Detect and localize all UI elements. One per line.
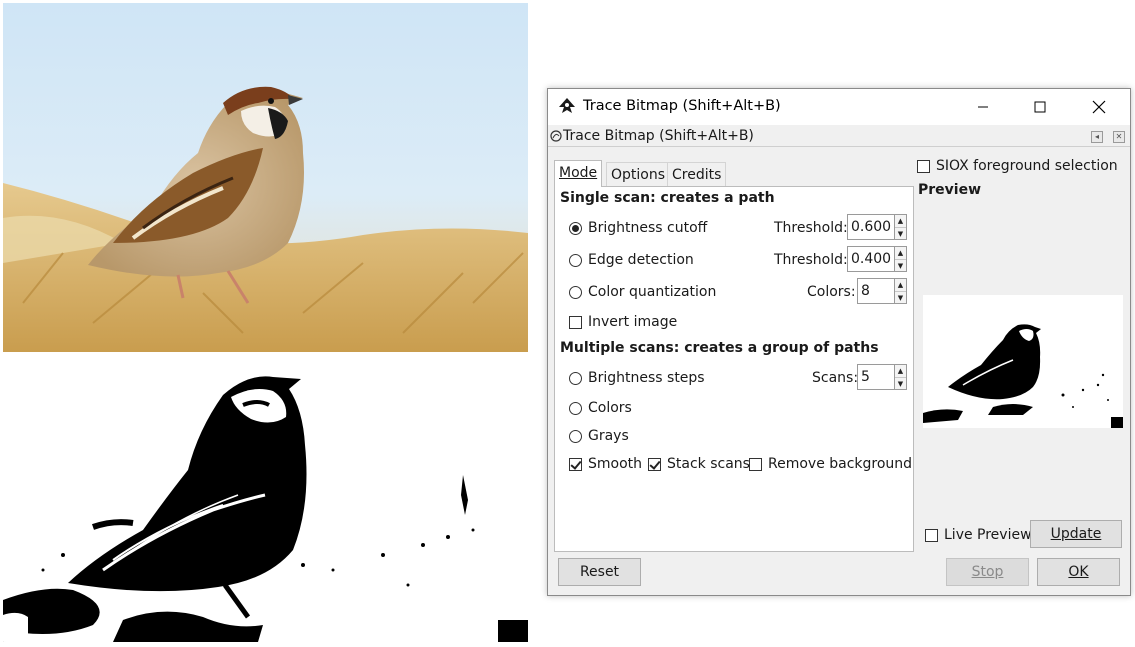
arrow-up-icon[interactable]: ▲ (895, 279, 906, 292)
checkbox-indicator (917, 159, 930, 173)
checkbox-indicator (648, 457, 661, 471)
maximize-button[interactable] (1017, 89, 1063, 125)
invert-image-label: Invert image (588, 314, 678, 330)
remove-background-label: Remove background (768, 456, 913, 472)
color-quantization-radio[interactable]: Color quantization (569, 284, 716, 300)
radio-indicator (569, 401, 582, 415)
dock-header: Trace Bitmap (Shift+Alt+B) ◂ ✕ (548, 127, 1130, 147)
grays-radio[interactable]: Grays (569, 428, 629, 444)
grays-label: Grays (588, 428, 629, 444)
checkbox-indicator (749, 457, 762, 471)
scans-count-value[interactable]: 5 (857, 364, 895, 390)
close-button[interactable] (1076, 89, 1122, 125)
edge-threshold-label: Threshold: (774, 252, 848, 268)
trace-bitmap-icon (550, 130, 562, 142)
radio-indicator (569, 253, 582, 267)
brightness-steps-radio[interactable]: Brightness steps (569, 370, 705, 386)
colors-count-label: Colors: (807, 284, 856, 300)
scans-count-label: Scans: (812, 370, 859, 386)
remove-background-checkbox[interactable]: Remove background (749, 456, 912, 472)
window-title: Trace Bitmap (Shift+Alt+B) (583, 98, 781, 114)
checkbox-indicator (569, 315, 582, 329)
stop-button-label: Stop (971, 564, 1004, 580)
title-bar[interactable]: Trace Bitmap (Shift+Alt+B) (548, 89, 1130, 125)
spinner-arrows[interactable]: ▲ ▼ (895, 214, 907, 240)
radio-indicator (569, 371, 582, 385)
brightness-threshold-spinner[interactable]: 0.600 ▲ ▼ (847, 214, 907, 240)
colors-count-spinner[interactable]: 8 ▲ ▼ (857, 278, 907, 304)
colors-radio[interactable]: Colors (569, 400, 632, 416)
arrow-up-icon[interactable]: ▲ (895, 215, 906, 228)
update-button[interactable]: Update (1030, 520, 1122, 548)
colors-label: Colors (588, 400, 632, 416)
checkbox-indicator (925, 528, 938, 542)
siox-checkbox[interactable]: SIOX foreground selection (917, 158, 1118, 174)
tab-mode-label: Mode (559, 165, 598, 181)
ok-button[interactable]: OK (1037, 558, 1120, 586)
tab-options[interactable]: Options (606, 162, 671, 186)
dock-title: Trace Bitmap (Shift+Alt+B) (563, 128, 754, 144)
arrow-down-icon[interactable]: ▼ (895, 228, 906, 240)
edge-threshold-spinner[interactable]: 0.400 ▲ ▼ (847, 246, 907, 272)
live-preview-checkbox[interactable]: Live Preview (925, 527, 1032, 543)
minimize-icon (978, 106, 988, 108)
scans-count-spinner[interactable]: 5 ▲ ▼ (857, 364, 907, 390)
arrow-up-icon[interactable]: ▲ (895, 365, 906, 378)
sparrow-black-white-trace (3, 355, 528, 642)
brightness-threshold-label: Threshold: (774, 220, 848, 236)
colors-count-value[interactable]: 8 (857, 278, 895, 304)
invert-image-checkbox[interactable]: Invert image (569, 314, 677, 330)
edge-detection-radio[interactable]: Edge detection (569, 252, 694, 268)
close-icon (1092, 100, 1106, 114)
spinner-arrows[interactable]: ▲ ▼ (895, 364, 907, 390)
stop-button[interactable]: Stop (946, 558, 1029, 586)
brightness-cutoff-label: Brightness cutoff (588, 220, 708, 236)
arrow-down-icon[interactable]: ▼ (895, 292, 906, 304)
trace-bitmap-dialog: Trace Bitmap (Shift+Alt+B) Trace Bitmap … (547, 88, 1131, 596)
stack-scans-label: Stack scans (667, 456, 750, 472)
live-preview-label: Live Preview (944, 527, 1032, 543)
brightness-cutoff-radio[interactable]: Brightness cutoff (569, 220, 707, 236)
spinner-arrows[interactable]: ▲ ▼ (895, 246, 907, 272)
tab-credits[interactable]: Credits (667, 162, 727, 186)
reset-button[interactable]: Reset (558, 558, 641, 586)
edge-threshold-value[interactable]: 0.400 (847, 246, 895, 272)
siox-label: SIOX foreground selection (936, 158, 1118, 174)
tab-options-label: Options (611, 167, 666, 183)
tab-credits-label: Credits (672, 167, 722, 183)
smooth-checkbox[interactable]: Smooth (569, 456, 642, 472)
brightness-steps-label: Brightness steps (588, 370, 705, 386)
radio-indicator (569, 221, 582, 235)
checkbox-indicator (569, 457, 582, 471)
arrow-up-icon[interactable]: ▲ (895, 247, 906, 260)
trace-preview (923, 295, 1123, 428)
reset-button-label: Reset (579, 564, 620, 580)
stack-scans-checkbox[interactable]: Stack scans (648, 456, 750, 472)
update-button-label: Update (1050, 526, 1102, 542)
maximize-icon (1034, 101, 1046, 113)
radio-indicator (569, 429, 582, 443)
minimize-button[interactable] (960, 89, 1006, 125)
dock-iconify-button[interactable]: ◂ (1091, 131, 1103, 143)
arrow-down-icon[interactable]: ▼ (895, 378, 906, 390)
tab-mode[interactable]: Mode (554, 160, 603, 187)
smooth-label: Smooth (588, 456, 643, 472)
preview-heading: Preview (918, 182, 982, 198)
sparrow-photo (3, 3, 528, 352)
radio-indicator (569, 285, 582, 299)
inkscape-app-icon (559, 98, 575, 113)
ok-button-label: OK (1068, 564, 1089, 580)
color-quantization-label: Color quantization (588, 284, 717, 300)
multiple-scans-heading: Multiple scans: creates a group of paths (560, 340, 879, 356)
edge-detection-label: Edge detection (588, 252, 694, 268)
dock-close-button[interactable]: ✕ (1113, 131, 1125, 143)
arrow-down-icon[interactable]: ▼ (895, 260, 906, 272)
spinner-arrows[interactable]: ▲ ▼ (895, 278, 907, 304)
single-scan-heading: Single scan: creates a path (560, 190, 775, 206)
brightness-threshold-value[interactable]: 0.600 (847, 214, 895, 240)
